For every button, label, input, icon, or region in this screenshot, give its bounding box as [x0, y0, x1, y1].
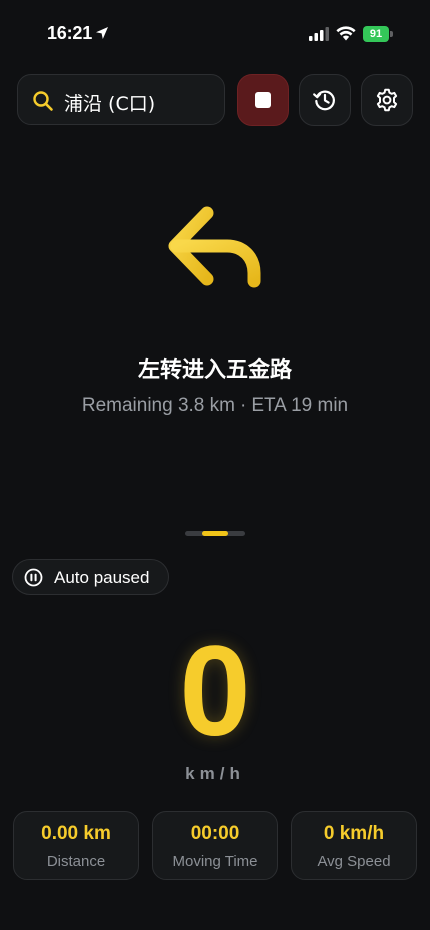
gear-icon [376, 88, 398, 112]
distance-label: Distance [46, 853, 106, 870]
moving-time-label: Moving Time [172, 853, 258, 870]
history-icon [313, 90, 335, 111]
pause-icon [24, 568, 43, 587]
route-summary: Remaining 3.8 km · ETA 19 min [0, 395, 430, 417]
app-screen: 16:21 91 浦沿 (C口) 左转进入五金路 Remaining 3.8 k… [0, 0, 430, 930]
stop-icon [255, 92, 271, 108]
distance-value: 0.00 km [41, 823, 111, 844]
avg-speed-label: Avg Speed [317, 853, 391, 870]
status-time: 16:21 [47, 23, 93, 43]
search-icon [33, 91, 53, 111]
moving-time-value: 00:00 [190, 823, 240, 844]
wifi-icon [336, 26, 356, 41]
page-indicator-active [202, 531, 228, 536]
meta-separator: · [239, 395, 247, 416]
search-field[interactable]: 浦沿 (C口) [17, 74, 225, 125]
eta-time: ETA 19 min [251, 395, 349, 416]
maneuver-instruction: 左转进入五金路 [137, 358, 292, 383]
speed-unit: km/h [185, 764, 245, 783]
search-input[interactable]: 浦沿 (C口) [64, 89, 155, 116]
cellular-signal-icon [309, 27, 329, 41]
battery-cap [390, 31, 393, 37]
avg-speed-value: 0 km/h [323, 823, 385, 844]
stat-card-distance: 0.00 km Distance [13, 811, 139, 880]
remaining-distance: Remaining 3.8 km [81, 395, 235, 416]
auto-paused-label: Auto paused [54, 568, 150, 587]
turn-left-icon [168, 206, 261, 288]
auto-paused-badge: Auto paused [12, 559, 169, 595]
stop-button[interactable] [237, 74, 289, 126]
battery-charging-icon: 91 [363, 26, 393, 42]
settings-button[interactable] [361, 74, 413, 126]
location-arrow-icon [96, 27, 108, 39]
stat-card-avg-speed: 0 km/h Avg Speed [291, 811, 417, 880]
status-bar: 16:21 91 [0, 0, 430, 70]
battery-level: 91 [363, 26, 389, 42]
page-indicator[interactable] [185, 531, 245, 536]
current-speed: 0 [179, 620, 251, 763]
stat-card-moving-time: 00:00 Moving Time [152, 811, 278, 880]
history-button[interactable] [299, 74, 351, 126]
